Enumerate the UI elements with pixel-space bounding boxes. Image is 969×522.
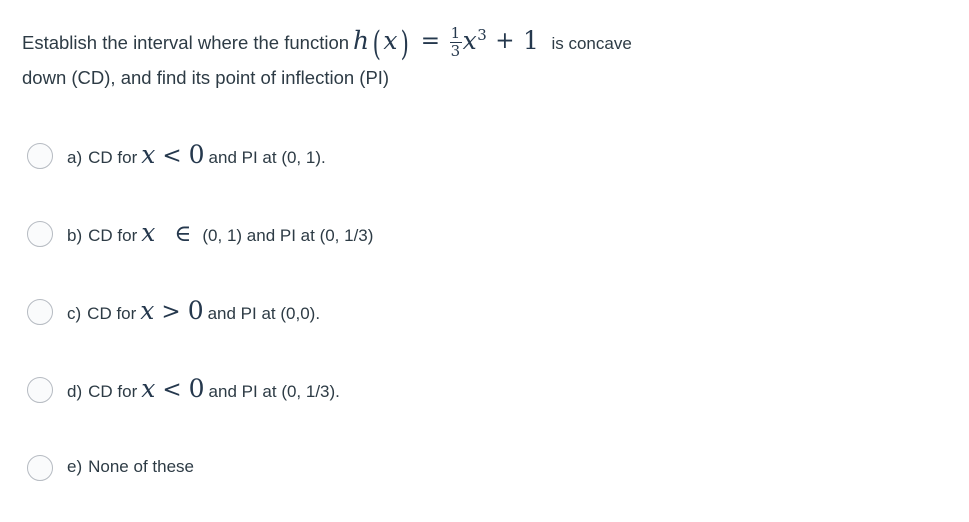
- math-fraction-one-third: 13: [449, 23, 462, 60]
- question-stem-text-part1: Establish the interval where the functio…: [22, 32, 350, 53]
- option-b-prefix: CD for: [88, 226, 138, 245]
- fraction-denominator: 3: [450, 42, 461, 60]
- option-letter-a: a): [67, 148, 83, 167]
- answer-option-e[interactable]: e) None of these: [0, 444, 969, 522]
- inline-math-formula: h(x) = 1 3 x3 +1: [353, 25, 540, 61]
- answer-option-e-body: e) None of these: [53, 444, 969, 482]
- option-a-operator: <: [162, 143, 182, 169]
- math-equals-sign: =: [420, 28, 441, 54]
- question-stem-text-part2: is concave: [551, 34, 632, 53]
- radio-button-e[interactable]: [27, 455, 53, 481]
- question-stem: Establish the interval where the functio…: [22, 18, 942, 95]
- option-a-operand: 0: [188, 140, 205, 169]
- option-a-suffix: and PI at (0, 1).: [208, 148, 326, 167]
- math-variable: x: [383, 26, 399, 55]
- math-function-name: h: [353, 26, 370, 55]
- answer-option-b[interactable]: b) CD for x ∈ (0, 1) and PI at (0, 1/3): [0, 210, 969, 288]
- radio-button-a[interactable]: [27, 143, 53, 169]
- option-letter-e: e): [67, 457, 83, 476]
- answer-option-d-body: d) CD for x <0 and PI at (0, 1/3).: [53, 366, 969, 407]
- answer-option-b-body: b) CD for x ∈ (0, 1) and PI at (0, 1/3): [53, 210, 969, 251]
- option-b-operator: ∈: [174, 221, 192, 247]
- option-c-prefix: CD for: [87, 304, 137, 323]
- option-d-operand: 0: [188, 374, 205, 403]
- option-letter-b: b): [67, 226, 83, 245]
- option-b-suffix: (0, 1) and PI at (0, 1/3): [202, 226, 374, 245]
- math-term-variable: x: [462, 26, 478, 55]
- answer-option-c[interactable]: c) CD for x >0 and PI at (0,0).: [0, 288, 969, 366]
- answer-option-a-body: a) CD for x <0 and PI at (0, 1).: [53, 132, 969, 173]
- question-stem-line2: down (CD), and find its point of inflect…: [22, 67, 390, 88]
- option-c-operator: >: [161, 299, 181, 325]
- radio-button-d[interactable]: [27, 377, 53, 403]
- option-c-operand: 0: [187, 296, 204, 325]
- fraction-numerator: 1: [450, 23, 461, 42]
- radio-button-b[interactable]: [27, 221, 53, 247]
- option-d-suffix: and PI at (0, 1/3).: [208, 382, 340, 401]
- option-e-suffix: None of these: [88, 457, 194, 476]
- math-exponent: 3: [477, 26, 488, 44]
- math-constant: 1: [523, 26, 540, 55]
- option-d-operator: <: [162, 377, 182, 403]
- radio-button-c[interactable]: [27, 299, 53, 325]
- option-a-variable: x: [141, 140, 156, 169]
- option-b-variable: x: [141, 218, 156, 247]
- math-right-paren: ): [400, 24, 410, 64]
- option-a-prefix: CD for: [88, 148, 138, 167]
- answer-option-c-body: c) CD for x >0 and PI at (0,0).: [53, 288, 969, 329]
- option-letter-c: c): [67, 304, 82, 323]
- option-c-variable: x: [140, 296, 155, 325]
- option-letter-d: d): [67, 382, 83, 401]
- answer-option-a[interactable]: a) CD for x <0 and PI at (0, 1).: [0, 132, 969, 210]
- math-plus-sign: +: [495, 28, 516, 54]
- option-d-prefix: CD for: [88, 382, 138, 401]
- quiz-question-page: Establish the interval where the functio…: [0, 0, 969, 507]
- answer-option-d[interactable]: d) CD for x <0 and PI at (0, 1/3).: [0, 366, 969, 444]
- math-left-paren: (: [372, 24, 381, 64]
- answer-options-list: a) CD for x <0 and PI at (0, 1). b) CD for x ∈(…: [0, 132, 969, 522]
- option-c-suffix: and PI at (0,0).: [207, 304, 321, 323]
- option-d-variable: x: [141, 374, 156, 403]
